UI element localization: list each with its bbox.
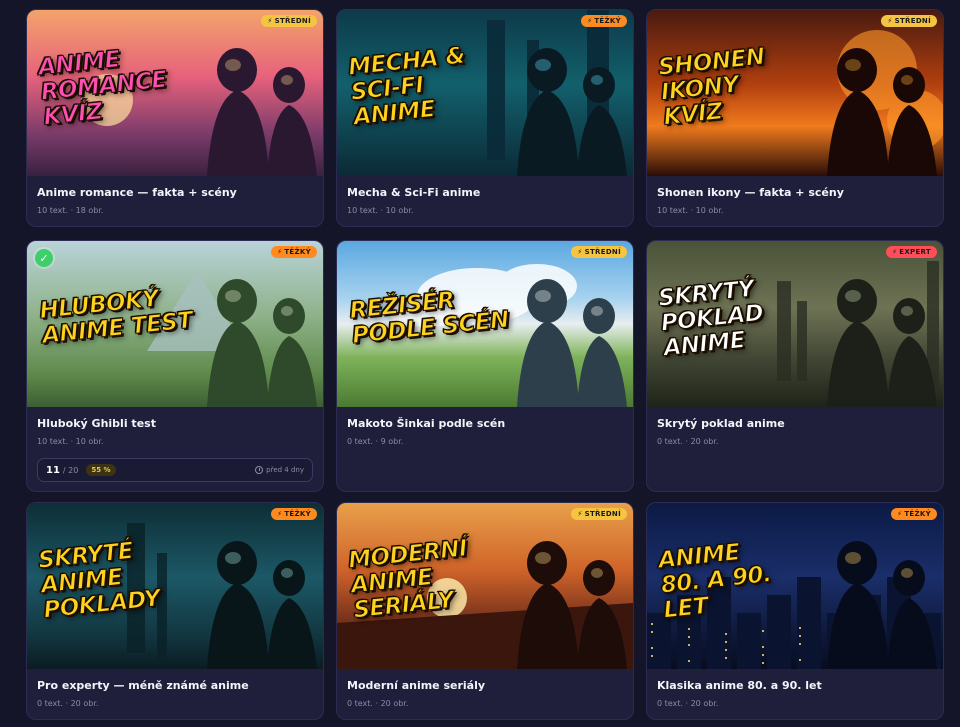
- quiz-info: Mecha & Sci-Fi anime 10 text. · 10 obr.: [337, 176, 633, 225]
- quiz-title[interactable]: Skrytý poklad anime: [657, 417, 933, 430]
- quiz-info: Klasika anime 80. a 90. let 0 text. · 20…: [647, 669, 943, 718]
- lightning-icon: ⚡: [587, 17, 593, 25]
- quiz-meta: 10 text. · 18 obr.: [37, 206, 104, 215]
- difficulty-badge: ⚡ TĚŽKÝ: [581, 15, 627, 27]
- quiz-title[interactable]: Pro experty — méně známé anime: [37, 679, 313, 692]
- quiz-title[interactable]: Makoto Šinkai podle scén: [347, 417, 623, 430]
- progress-last-played-text: před 4 dny: [266, 466, 304, 474]
- difficulty-badge: ⚡ TĚŽKÝ: [271, 246, 317, 258]
- progress-percent-badge: 55 %: [86, 464, 116, 476]
- difficulty-label: STŘEDNÍ: [584, 510, 621, 518]
- progress-total: / 20: [62, 465, 79, 475]
- quiz-cover[interactable]: SHONEN IKONY KVÍZ ⚡ STŘEDNÍ: [647, 10, 943, 176]
- quiz-info: Makoto Šinkai podle scén 0 text. · 9 obr…: [337, 407, 633, 456]
- quiz-meta: 0 text. · 20 obr.: [347, 699, 409, 708]
- quiz-info: Hluboký Ghibli test 10 text. · 10 obr. 1…: [27, 407, 323, 491]
- lightning-icon: ⚡: [577, 510, 583, 518]
- quiz-card[interactable]: SHONEN IKONY KVÍZ ⚡ STŘEDNÍ Shonen ikony —…: [646, 9, 944, 227]
- quiz-cover[interactable]: MECHA & SCI-FI ANIME ⚡ TĚŽKÝ: [337, 10, 633, 176]
- quiz-progress[interactable]: 11 / 20 55 % před 4 dny: [37, 458, 313, 482]
- quiz-meta: 10 text. · 10 obr.: [37, 437, 104, 446]
- difficulty-badge: ⚡ STŘEDNÍ: [571, 508, 627, 520]
- difficulty-badge: ⚡ TĚŽKÝ: [891, 508, 937, 520]
- quiz-info: Anime romance — fakta + scény 10 text. ·…: [27, 176, 323, 225]
- lightning-icon: ⚡: [277, 248, 283, 256]
- progress-last-played: před 4 dny: [255, 466, 304, 474]
- quiz-cover[interactable]: HLUBOKÝ ANIME TEST ⚡ TĚŽKÝ ✓: [27, 241, 323, 407]
- progress-score: 11: [46, 464, 60, 476]
- quiz-meta: 10 text. · 10 obr.: [657, 206, 724, 215]
- quiz-meta: 0 text. · 9 obr.: [347, 437, 404, 446]
- quiz-cover[interactable]: ANIME 80. A 90. LET ⚡ TĚŽKÝ: [647, 503, 943, 669]
- quiz-cover[interactable]: SKRYTÝ POKLAD ANIME ⚡ EXPERT: [647, 241, 943, 407]
- lightning-icon: ⚡: [577, 248, 583, 256]
- difficulty-label: TĚŽKÝ: [594, 17, 621, 25]
- quiz-card[interactable]: SKRYTÝ POKLAD ANIME ⚡ EXPERT Skrytý poklad…: [646, 240, 944, 492]
- quiz-info: Pro experty — méně známé anime 0 text. ·…: [27, 669, 323, 718]
- quiz-meta: 10 text. · 10 obr.: [347, 206, 414, 215]
- difficulty-badge: ⚡ STŘEDNÍ: [571, 246, 627, 258]
- quiz-info: Shonen ikony — fakta + scény 10 text. · …: [647, 176, 943, 225]
- difficulty-label: EXPERT: [899, 248, 931, 256]
- quiz-card[interactable]: MODERNÍ ANIME SERIÁLY ⚡ STŘEDNÍ Moderní an…: [336, 502, 634, 720]
- quiz-title[interactable]: Anime romance — fakta + scény: [37, 186, 313, 199]
- lightning-icon: ⚡: [897, 510, 903, 518]
- lightning-icon: ⚡: [887, 17, 893, 25]
- quiz-title[interactable]: Hluboký Ghibli test: [37, 417, 313, 430]
- quiz-cover[interactable]: ANIME ROMANCE KVÍZ ⚡ STŘEDNÍ: [27, 10, 323, 176]
- difficulty-badge: ⚡ STŘEDNÍ: [261, 15, 317, 27]
- completed-check-icon: ✓: [35, 249, 53, 267]
- difficulty-badge: ⚡ TĚŽKÝ: [271, 508, 317, 520]
- quiz-cover[interactable]: SKRYTÉ ANIME POKLADY ⚡ TĚŽKÝ: [27, 503, 323, 669]
- difficulty-badge: ⚡ EXPERT: [886, 246, 937, 258]
- quiz-card[interactable]: MECHA & SCI-FI ANIME ⚡ TĚŽKÝ Mecha & Sci-F…: [336, 9, 634, 227]
- quiz-info: Moderní anime seriály 0 text. · 20 obr.: [337, 669, 633, 718]
- quiz-title[interactable]: Shonen ikony — fakta + scény: [657, 186, 933, 199]
- quiz-cover[interactable]: REŽISÉR PODLE SCÉN ⚡ STŘEDNÍ: [337, 241, 633, 407]
- quiz-title[interactable]: Mecha & Sci-Fi anime: [347, 186, 623, 199]
- difficulty-label: STŘEDNÍ: [894, 17, 931, 25]
- quiz-meta: 0 text. · 20 obr.: [37, 699, 99, 708]
- difficulty-label: TĚŽKÝ: [904, 510, 931, 518]
- difficulty-label: STŘEDNÍ: [584, 248, 621, 256]
- quiz-card[interactable]: REŽISÉR PODLE SCÉN ⚡ STŘEDNÍ Makoto Šinkai…: [336, 240, 634, 492]
- lightning-icon: ⚡: [277, 510, 283, 518]
- quiz-title[interactable]: Klasika anime 80. a 90. let: [657, 679, 933, 692]
- difficulty-label: STŘEDNÍ: [274, 17, 311, 25]
- quiz-card[interactable]: ANIME 80. A 90. LET ⚡ TĚŽKÝ Klasika anime …: [646, 502, 944, 720]
- difficulty-label: TĚŽKÝ: [284, 510, 311, 518]
- quiz-title[interactable]: Moderní anime seriály: [347, 679, 623, 692]
- quiz-meta: 0 text. · 20 obr.: [657, 699, 719, 708]
- quiz-card[interactable]: SKRYTÉ ANIME POKLADY ⚡ TĚŽKÝ Pro experty —…: [26, 502, 324, 720]
- quiz-info: Skrytý poklad anime 0 text. · 20 obr.: [647, 407, 943, 456]
- difficulty-label: TĚŽKÝ: [284, 248, 311, 256]
- difficulty-badge: ⚡ STŘEDNÍ: [881, 15, 937, 27]
- lightning-icon: ⚡: [892, 248, 898, 256]
- quiz-cover[interactable]: MODERNÍ ANIME SERIÁLY ⚡ STŘEDNÍ: [337, 503, 633, 669]
- clock-icon: [255, 466, 264, 474]
- quiz-card[interactable]: HLUBOKÝ ANIME TEST ⚡ TĚŽKÝ ✓ Hluboký Ghibli…: [26, 240, 324, 492]
- lightning-icon: ⚡: [267, 17, 273, 25]
- quiz-meta: 0 text. · 20 obr.: [657, 437, 719, 446]
- quiz-card[interactable]: ANIME ROMANCE KVÍZ ⚡ STŘEDNÍ Anime romance…: [26, 9, 324, 227]
